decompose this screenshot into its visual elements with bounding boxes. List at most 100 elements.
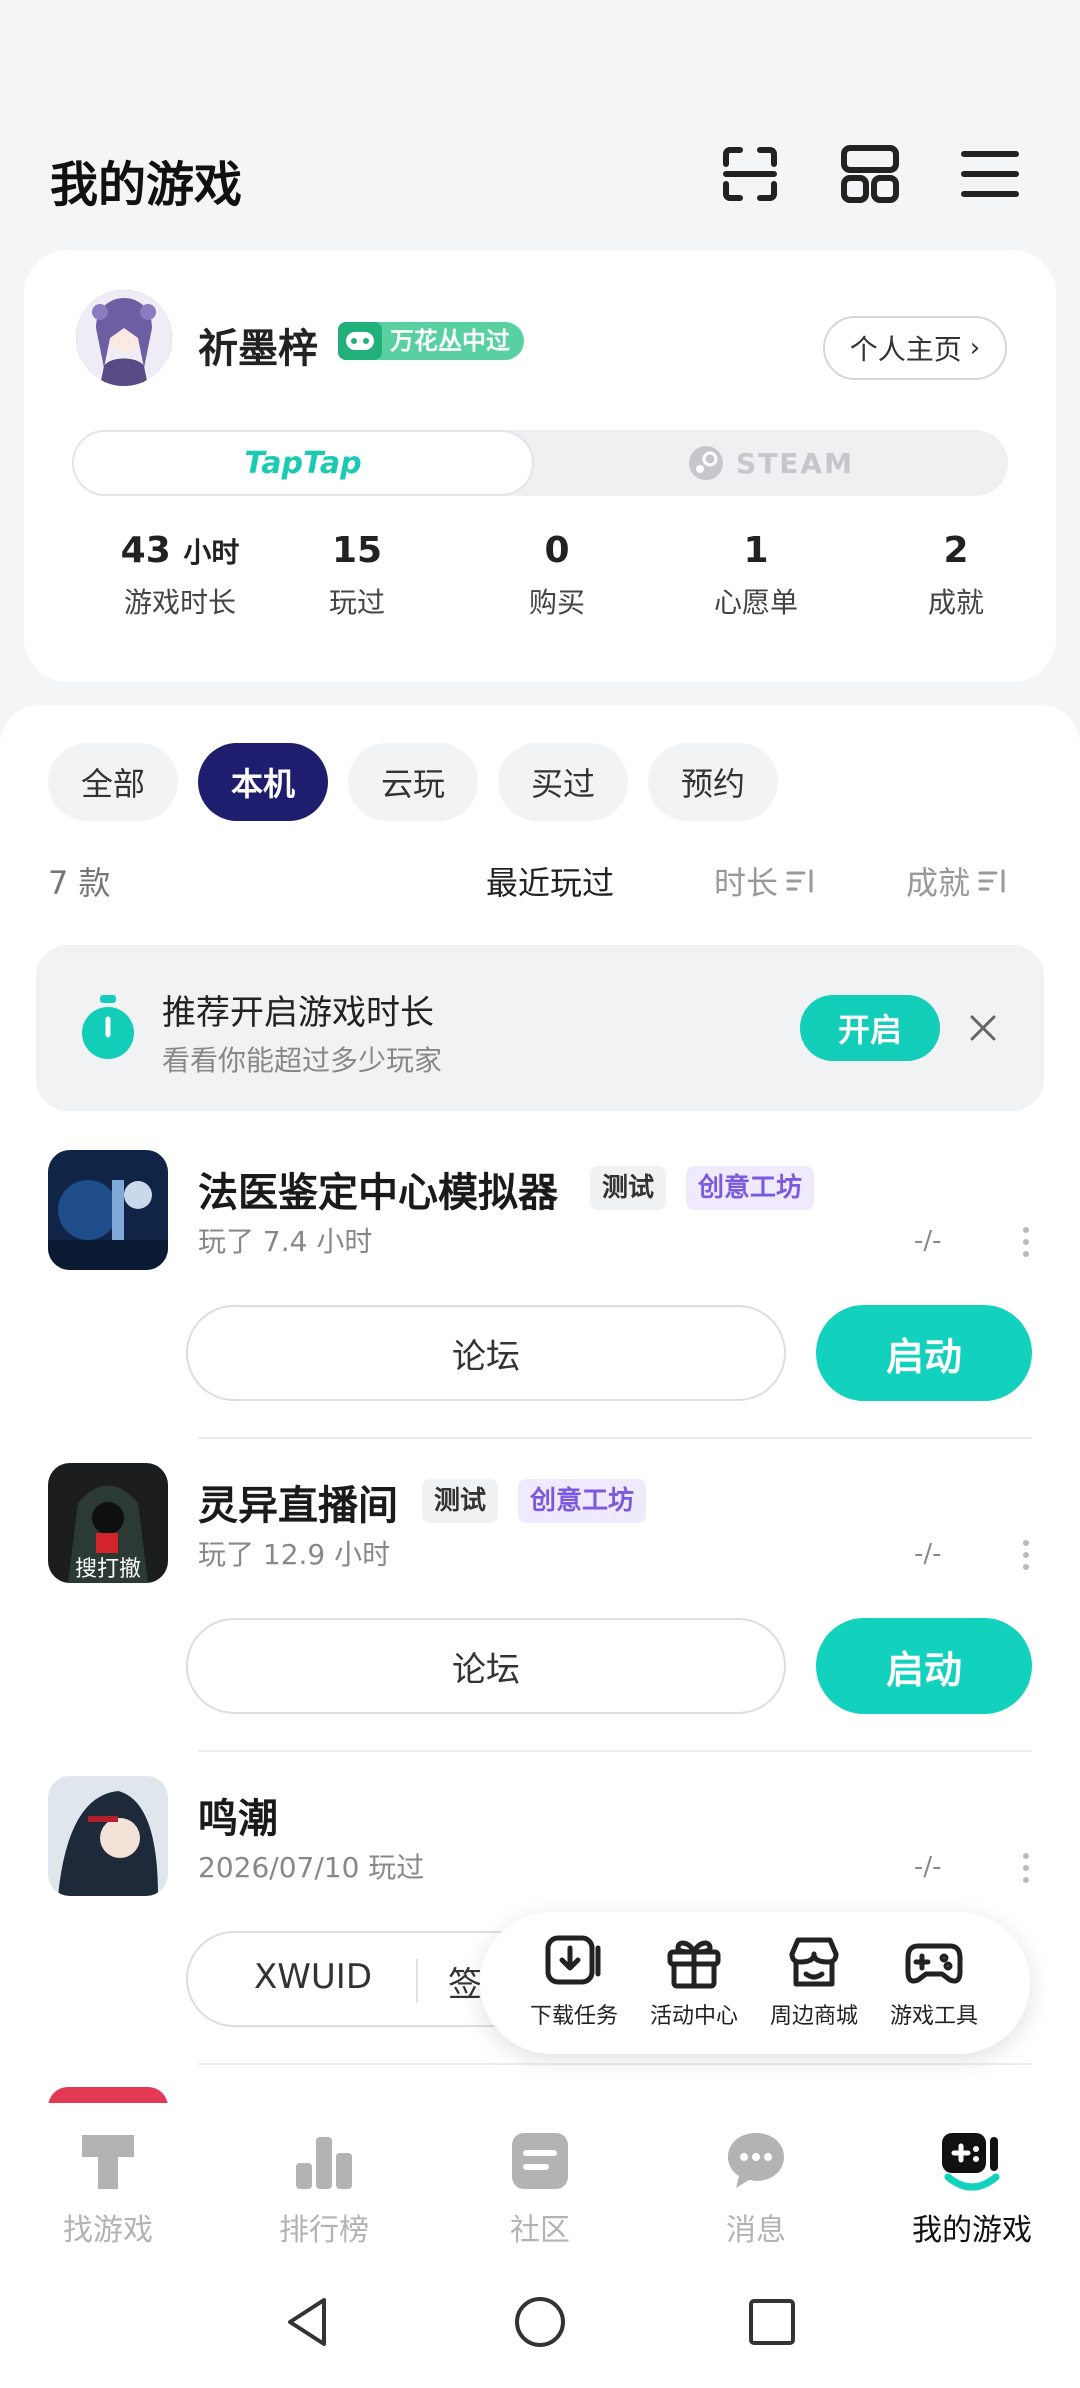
stat-label: 购买 (528, 586, 585, 619)
filter-chip-reserved[interactable]: 预约 (648, 743, 778, 821)
stat-achievements[interactable]: 2 成就 (866, 530, 1046, 621)
stat-played[interactable]: 15 玩过 (267, 530, 447, 621)
sort-recent[interactable]: 最近玩过 (486, 858, 614, 904)
sort-achievement[interactable]: 成就 (906, 858, 1008, 904)
stat-unit: 小时 (183, 536, 240, 569)
grid-icon[interactable] (838, 142, 902, 206)
home-icon[interactable] (512, 2294, 568, 2350)
more-icon[interactable] (1020, 1222, 1032, 1262)
stat-value: 15 (331, 530, 383, 571)
tag-workshop: 创意工坊 (518, 1479, 647, 1523)
nav-label: 消息 (726, 2213, 786, 2248)
stat-wishlist[interactable]: 1 心愿单 (666, 530, 846, 621)
game-name[interactable]: 灵异直播间 (198, 1473, 398, 1531)
stat-label: 心愿单 (713, 586, 798, 619)
game-list-panel: 全部 本机 云玩 买过 预约 7 款 最近玩过 时长 成就 推荐开启游戏时长 看… (0, 705, 1080, 2107)
sort-icon (786, 869, 813, 893)
nav-ranking[interactable]: 排行榜 (234, 2127, 414, 2249)
stat-label: 成就 (927, 586, 984, 619)
filter-chip-local[interactable]: 本机 (198, 743, 328, 821)
divider (198, 1750, 1032, 1752)
tag-workshop: 创意工坊 (686, 1166, 815, 1210)
enable-playtime-button[interactable]: 开启 (800, 995, 940, 1061)
sort-label: 成就 (906, 864, 971, 902)
icon-caption: 搜打撤 (74, 1557, 141, 1582)
game-last-played: 2026/07/10 玩过 (198, 1851, 425, 1884)
forum-button[interactable]: 论坛 (186, 1618, 786, 1714)
community-icon (512, 2133, 568, 2189)
launch-button[interactable]: 启动 (816, 1305, 1032, 1401)
tag-test: 测试 (590, 1166, 667, 1210)
profile-card: 祈墨梓 万花丛中过 个人主页 › TapTap STEAM 43 小时 游戏时长… (24, 250, 1056, 682)
scan-icon[interactable] (718, 142, 782, 206)
separator (416, 1959, 418, 2003)
sort-playtime[interactable]: 时长 (714, 858, 816, 904)
game-item: 搜打撤 灵异直播间 测试 创意工坊 玩了 12.9 小时 -/- 论坛 启动 (0, 1463, 1080, 1773)
chevron-right-icon: › (969, 333, 981, 363)
gift-icon (667, 1940, 721, 1989)
nav-discover[interactable]: 找游戏 (18, 2127, 198, 2249)
game-score: -/- (914, 1852, 942, 1882)
back-icon[interactable] (280, 2294, 336, 2350)
sort-label: 时长 (714, 864, 779, 902)
nav-community[interactable]: 社区 (450, 2127, 630, 2249)
avatar[interactable] (76, 290, 172, 386)
stat-purchased[interactable]: 0 购买 (467, 530, 647, 621)
stat-value: 43 (120, 530, 171, 571)
filter-chip-cloud[interactable]: 云玩 (348, 743, 478, 821)
playtime-tip-banner: 推荐开启游戏时长 看看你能超过多少玩家 开启 (36, 945, 1044, 1111)
nav-label: 找游戏 (63, 2213, 153, 2248)
my-games-icon (942, 2133, 1000, 2191)
sign-button[interactable]: 签 (448, 1957, 482, 2006)
download-icon (545, 1935, 601, 1985)
stat-label: 玩过 (328, 586, 385, 619)
divider (198, 2063, 1032, 2065)
quick-menu-label: 下载任务 (529, 2004, 618, 2029)
game-name[interactable]: 鸣潮 (198, 1786, 278, 1844)
forum-button[interactable]: 论坛 (186, 1305, 786, 1401)
quick-menu-label: 周边商城 (769, 2004, 858, 2029)
download-tasks-button[interactable]: 下载任务 (514, 1934, 634, 2030)
filter-chip-bought[interactable]: 买过 (498, 743, 628, 821)
stat-label: 游戏时长 (123, 586, 236, 619)
homepage-button[interactable]: 个人主页 › (823, 316, 1007, 380)
gamepad-badge-icon (338, 322, 382, 360)
game-icon[interactable] (48, 1150, 168, 1270)
filter-chip-all[interactable]: 全部 (48, 743, 178, 821)
tip-title: 推荐开启游戏时长 (162, 993, 434, 1033)
homepage-label: 个人主页 (849, 333, 962, 366)
username: 祈墨梓 (198, 326, 318, 372)
platform-taptap[interactable]: TapTap (72, 430, 534, 496)
bottom-nav: 找游戏 排行榜 社区 消息 我的游戏 (0, 2103, 1080, 2254)
close-icon[interactable] (966, 1011, 1000, 1045)
quick-menu-label: 游戏工具 (889, 2004, 978, 2029)
game-playtime: 玩了 12.9 小时 (198, 1538, 391, 1571)
platform-toggle[interactable]: TapTap STEAM (72, 430, 1008, 496)
launch-button[interactable]: 启动 (816, 1618, 1032, 1714)
gamepad-icon (905, 1943, 963, 1984)
menu-icon[interactable] (958, 142, 1022, 206)
more-icon[interactable] (1020, 1848, 1032, 1888)
message-icon (728, 2133, 784, 2188)
game-tools-button[interactable]: 游戏工具 (874, 1934, 994, 2030)
nav-messages[interactable]: 消息 (666, 2127, 846, 2249)
stat-playtime[interactable]: 43 小时 游戏时长 (90, 530, 270, 621)
system-nav-bar (0, 2254, 1080, 2388)
activity-center-button[interactable]: 活动中心 (634, 1934, 754, 2030)
ranking-icon (296, 2137, 352, 2189)
xwuid-button[interactable]: XWUID (254, 1957, 372, 1997)
more-icon[interactable] (1020, 1535, 1032, 1575)
game-icon[interactable] (48, 1776, 168, 1896)
game-score: -/- (914, 1539, 942, 1569)
platform-steam[interactable]: STEAM (534, 430, 1008, 496)
nav-label: 我的游戏 (912, 2213, 1032, 2248)
merch-store-button[interactable]: 周边商城 (754, 1934, 874, 2030)
nav-my-games[interactable]: 我的游戏 (882, 2127, 1062, 2249)
stat-value: 2 (943, 530, 969, 571)
recents-icon[interactable] (744, 2294, 800, 2350)
stat-value: 0 (544, 530, 570, 571)
game-icon[interactable]: 搜打撤 (48, 1463, 168, 1583)
game-name[interactable]: 法医鉴定中心模拟器 (198, 1160, 558, 1218)
sort-icon (978, 869, 1005, 893)
page-title: 我的游戏 (50, 157, 243, 213)
